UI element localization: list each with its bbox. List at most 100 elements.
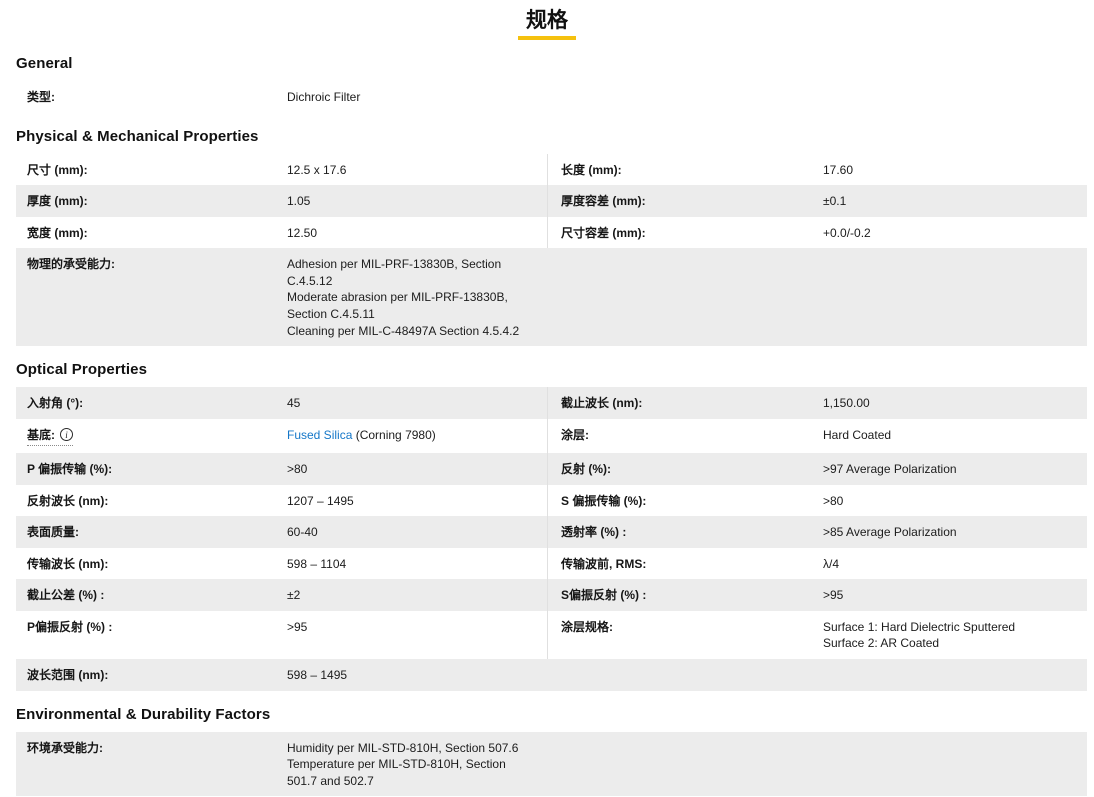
spec-cell-right: 透射率 (%) : >85 Average Polarization	[547, 516, 1087, 548]
spec-row: 宽度 (mm): 12.50 尺寸容差 (mm): +0.0/-0.2	[16, 216, 1087, 249]
spec-value: 12.50	[287, 225, 318, 240]
spec-value: 1207 – 1495	[287, 493, 354, 508]
section-heading: Optical Properties	[16, 361, 148, 379]
spec-label: 传输波长 (nm):	[27, 556, 109, 571]
fused-silica-link[interactable]: Fused Silica	[287, 428, 352, 442]
section-heading: Physical & Mechanical Properties	[16, 127, 259, 145]
spec-value: 598 – 1104	[287, 556, 347, 571]
spec-label-cell: 截止波长 (nm):	[548, 387, 823, 419]
spec-cell-right: 厚度容差 (mm): ±0.1	[547, 185, 1087, 217]
spec-label-cell: 物理的承受能力:	[16, 248, 287, 346]
spec-label-cell: S 偏振传输 (%):	[548, 485, 823, 517]
spec-value: 17.60	[823, 162, 854, 177]
spec-value: Dichroic Filter	[287, 90, 361, 105]
spec-value: 1.05	[287, 194, 311, 209]
spec-label: 厚度 (mm):	[27, 194, 88, 209]
spec-value-cell: >95	[287, 611, 547, 659]
section-heading: General	[16, 55, 73, 73]
spec-label: 传输波前, RMS:	[561, 556, 647, 571]
tooltip-label[interactable]: 基底: i	[27, 427, 73, 447]
spec-label: P偏振反射 (%) :	[27, 619, 113, 634]
spec-value-line: Surface 2: AR Coated	[823, 636, 940, 651]
spec-label: 物理的承受能力:	[27, 257, 115, 272]
spec-value-cell: Fused Silica (Corning 7980)	[287, 419, 547, 454]
spec-value-line: Humidity per MIL-STD-810H, Section 507.6	[287, 740, 519, 755]
spec-value-cell: 598 – 1104	[287, 548, 547, 580]
spec-cell-left: 宽度 (mm): 12.50	[16, 217, 547, 249]
spec-value-line: Temperature per MIL-STD-810H, Section 50…	[287, 757, 506, 788]
spec-value-cell: >97 Average Polarization	[823, 453, 1087, 485]
spec-value-line: Surface 1: Hard Dielectric Sputtered	[823, 619, 1016, 634]
spec-label: 表面质量:	[27, 525, 79, 540]
title-block: 规格	[0, 0, 1094, 41]
spec-label-cell: 基底: i	[16, 419, 287, 454]
spec-label-cell: P 偏振传输 (%):	[16, 453, 287, 485]
spec-label: 长度 (mm):	[561, 162, 622, 177]
spec-section: General 类型: Dichroic Filter	[16, 55, 1078, 113]
spec-cell-right: 传输波前, RMS: λ/4	[547, 547, 1087, 580]
spec-value-cell: >80	[287, 453, 547, 485]
page-title: 规格	[526, 9, 568, 32]
spec-value-cell: 598 – 1495	[287, 659, 547, 691]
spec-value: >80	[287, 462, 308, 477]
spec-value: >85 Average Polarization	[823, 525, 957, 540]
spec-cell-right: S 偏振传输 (%): >80	[547, 484, 1087, 517]
spec-value-cell: 12.5 x 17.6	[287, 154, 547, 186]
spec-label: 截止公差 (%) :	[27, 588, 105, 603]
spec-rows: 尺寸 (mm): 12.5 x 17.6 长度 (mm): 17.60 厚度 (mm):…	[16, 153, 1087, 347]
spec-row: 传输波长 (nm): 598 – 1104 传输波前, RMS: λ/4	[16, 547, 1087, 580]
spec-rows: 类型: Dichroic Filter	[16, 81, 1087, 113]
spec-label-cell: 厚度 (mm):	[16, 185, 287, 217]
spec-label: 波长范围 (nm):	[27, 668, 109, 683]
spec-value-cell: >80	[823, 485, 1087, 517]
spec-value-cell: 1207 – 1495	[287, 485, 547, 517]
spec-value: 60-40	[287, 525, 318, 540]
spec-row: 波长范围 (nm): 598 – 1495	[16, 659, 1087, 691]
spec-label: 基底:	[27, 427, 55, 442]
spec-value-cell: 17.60	[823, 154, 1087, 186]
spec-value: ±0.1	[823, 194, 847, 209]
spec-label: 厚度容差 (mm):	[561, 194, 646, 209]
spec-cell-left: 表面质量: 60-40	[16, 516, 547, 548]
spec-section: Optical Properties 入射角 (°): 45 截止波长 (nm): 1,…	[16, 361, 1087, 691]
spec-cell-right: 长度 (mm): 17.60	[547, 153, 1087, 186]
spec-cell-left: 基底: i Fused Silica (Corning 7980)	[16, 419, 547, 454]
info-icon[interactable]: i	[60, 427, 73, 441]
spec-value-cell: 60-40	[287, 516, 547, 548]
spec-cell-left: 物理的承受能力: Adhesion per MIL-PRF-13830B, Sec…	[16, 248, 547, 346]
spec-value-cell: Surface 1: Hard Dielectric Sputtered Surf…	[823, 611, 1087, 659]
spec-label: P 偏振传输 (%):	[27, 462, 113, 477]
spec-label-cell: 环境承受能力:	[16, 732, 287, 797]
spec-value-cell: λ/4	[823, 548, 1087, 580]
spec-label-cell: 长度 (mm):	[548, 154, 823, 186]
spec-cell-right: 涂层: Hard Coated	[547, 418, 1087, 454]
spec-cell-right: 反射 (%): >97 Average Polarization	[547, 453, 1087, 485]
spec-section: Environmental & Durability Factors 环境承受能力…	[16, 705, 1087, 797]
spec-value: +0.0/-0.2	[823, 225, 871, 240]
spec-row: 反射波长 (nm): 1207 – 1495 S 偏振传输 (%): >80	[16, 484, 1087, 517]
spec-label-cell: 厚度容差 (mm):	[548, 185, 823, 217]
spec-cell-left: 类型: Dichroic Filter	[16, 81, 547, 113]
spec-value-cell: >85 Average Polarization	[823, 516, 1087, 548]
spec-label: 入射角 (°):	[27, 396, 84, 411]
spec-value-cell: 1.05	[287, 185, 547, 217]
spec-value-cell: Adhesion per MIL-PRF-13830B, Section C.4…	[287, 248, 547, 346]
spec-label: 涂层规格:	[561, 619, 613, 634]
spec-label-cell: 尺寸 (mm):	[16, 154, 287, 186]
spec-value: >95	[823, 588, 844, 603]
spec-value: 12.5 x 17.6	[287, 162, 347, 177]
spec-label-cell: 传输波长 (nm):	[16, 548, 287, 580]
spec-row: P 偏振传输 (%): >80 反射 (%): >97 Average Polariz…	[16, 453, 1087, 485]
spec-cell-right: 截止波长 (nm): 1,150.00	[547, 387, 1087, 419]
spec-value-cell: >95	[823, 579, 1087, 611]
spec-label: 尺寸 (mm):	[27, 162, 88, 177]
spec-value-cell: +0.0/-0.2	[823, 217, 1087, 249]
spec-label-cell: 反射波长 (nm):	[16, 485, 287, 517]
spec-label: 反射波长 (nm):	[27, 493, 109, 508]
spec-rows: 入射角 (°): 45 截止波长 (nm): 1,150.00 基底: i Fused Si…	[16, 387, 1087, 691]
spec-cell-right: 涂层规格: Surface 1: Hard Dielectric Sputtere…	[547, 610, 1087, 660]
spec-cell-left: 厚度 (mm): 1.05	[16, 185, 547, 217]
spec-value-line: Cleaning per MIL-C-48497A Section 4.5.4.…	[287, 323, 520, 338]
section-heading: Environmental & Durability Factors	[16, 705, 271, 723]
spec-value-cell: ±0.1	[823, 185, 1087, 217]
